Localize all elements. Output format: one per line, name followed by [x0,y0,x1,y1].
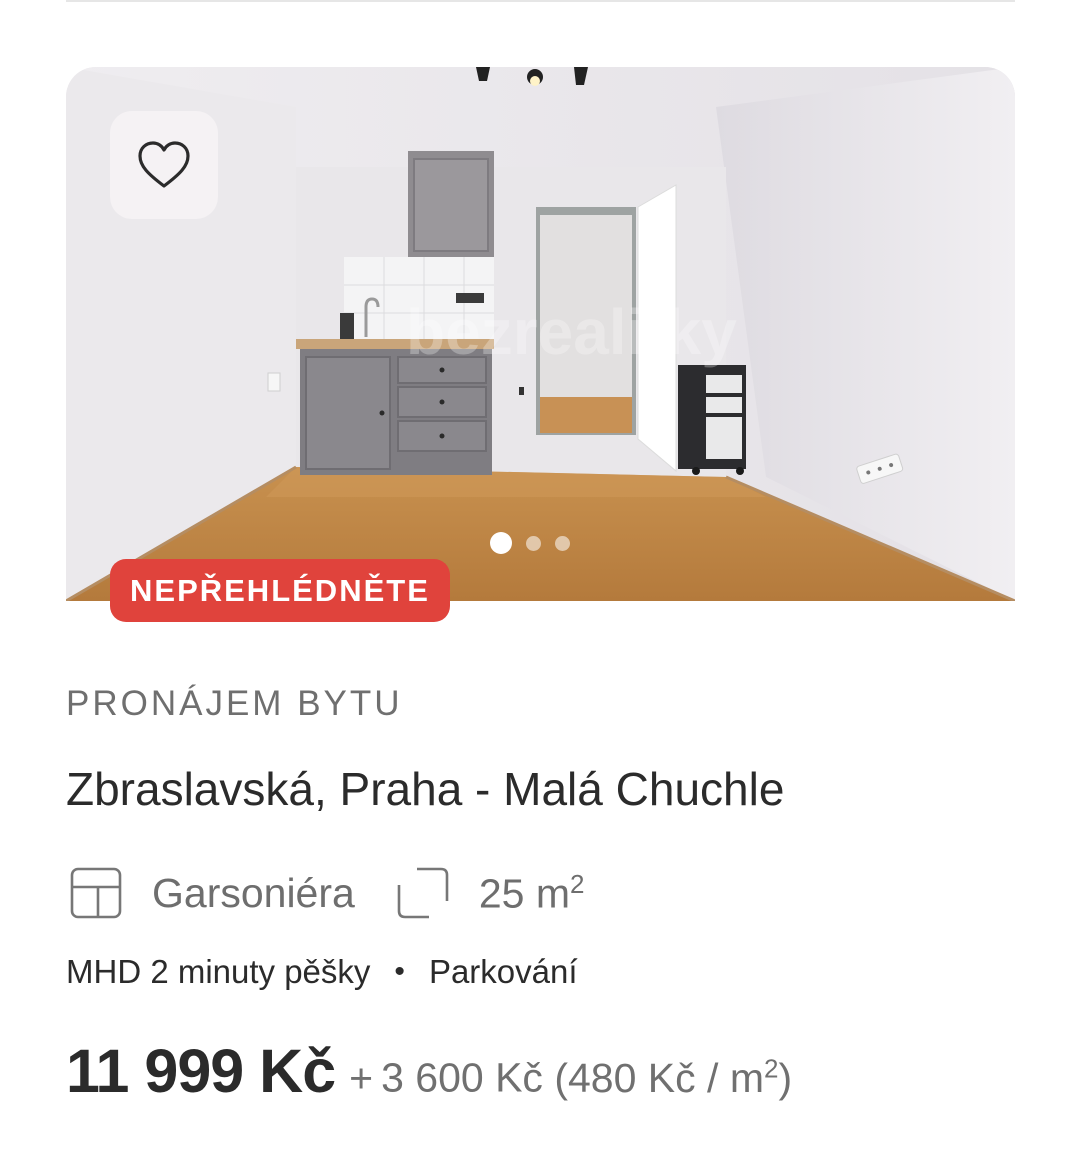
top-divider [66,0,1015,2]
price-fees: +3 600 Kč (480 Kč / m2) [349,1053,793,1101]
gallery-dot[interactable] [555,535,570,551]
area-value: 25 m2 [478,868,585,917]
feature-item: Parkování [428,953,578,990]
feature-separator: • [394,955,405,988]
favorite-button[interactable] [110,111,218,219]
listing-features: MHD 2 minuty pěšky • Parkování [66,953,578,991]
listing-params: Garsoniéra 25 m2 [66,862,584,924]
price-row: 11 999 Kč +3 600 Kč (480 Kč / m2) [66,1036,792,1106]
promo-badge: NEPŘEHLÉDNĚTE [110,559,450,622]
watermark: bezrealitky [406,296,737,368]
layout-label: Garsoniéra [152,869,355,916]
heart-outline-icon [138,141,190,188]
gallery-dot[interactable] [526,535,541,551]
gallery-pagination [490,531,570,555]
price-per-m2: (480 Kč / m2) [554,1053,793,1101]
area-corners-icon [393,863,453,923]
price-main: 11 999 Kč [66,1037,336,1105]
listing-address[interactable]: Zbraslavská, Praha - Malá Chuchle [66,762,784,816]
feature-item: MHD 2 minuty pěšky [66,953,371,990]
gallery-dot[interactable] [490,532,512,554]
listing-category: PRONÁJEM BYTU [66,684,403,723]
floorplan-icon [66,863,126,923]
